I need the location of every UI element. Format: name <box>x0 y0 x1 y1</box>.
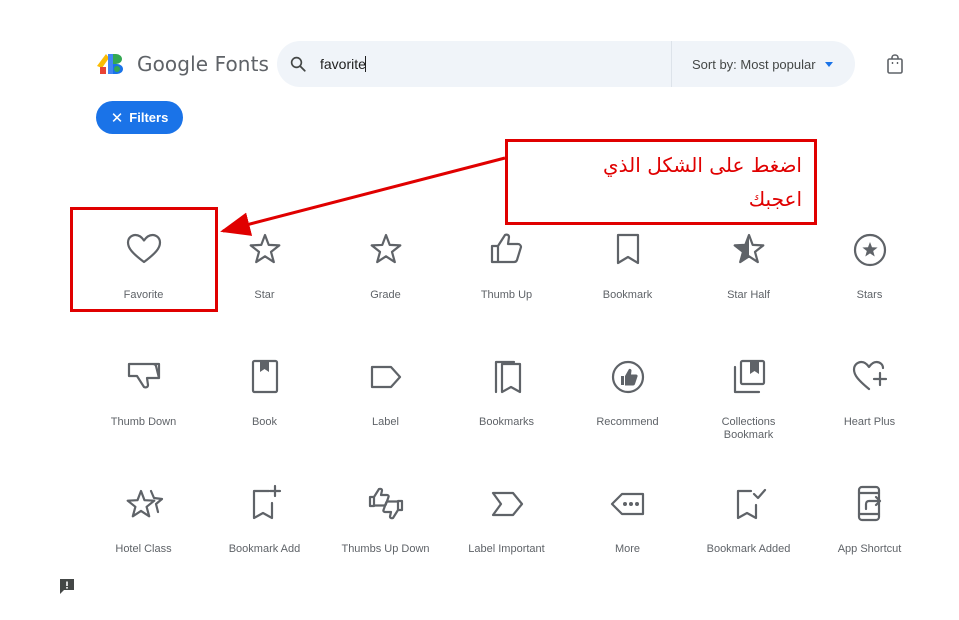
icon-card[interactable]: Bookmark Add <box>204 483 325 610</box>
icon-label: Thumb Up <box>480 289 533 301</box>
google-fonts-logo-icon <box>97 54 123 74</box>
callout-line-1: اضغط على الشكل الذي <box>603 153 802 177</box>
recommend-icon <box>611 360 644 394</box>
logo-text: Google Fonts <box>137 52 270 76</box>
icon-card[interactable]: Hotel Class <box>83 483 204 610</box>
thumb-up-icon <box>490 233 522 264</box>
thumbs-up-down-icon <box>368 487 403 520</box>
icon-label: Recommend <box>596 416 659 428</box>
icon-card[interactable]: Star Half <box>688 229 809 356</box>
star-icon <box>249 233 280 264</box>
sort-dropdown[interactable]: Sort by: Most popular <box>692 41 833 87</box>
feedback-icon[interactable] <box>58 577 76 595</box>
icon-card[interactable]: Stars <box>809 229 930 356</box>
icon-label: Thumbs Up Down <box>341 543 430 555</box>
icon-label: Hotel Class <box>115 543 172 555</box>
bookmark-icon <box>616 233 639 265</box>
search-divider <box>671 41 672 87</box>
icon-label: Grade <box>370 289 401 301</box>
icon-card[interactable]: Star <box>204 229 325 356</box>
icon-label: Bookmark <box>602 289 653 301</box>
label-important-icon <box>491 491 523 517</box>
sort-label: Sort by: Most popular <box>692 56 816 72</box>
bookmark-add-icon <box>252 484 281 520</box>
filters-label: Filters <box>129 110 169 125</box>
search-input[interactable] <box>320 41 366 87</box>
icon-card[interactable]: Label Important <box>446 483 567 610</box>
icon-card[interactable]: Bookmark <box>567 229 688 356</box>
icon-label: Label Important <box>468 543 545 555</box>
star-half-icon <box>733 233 764 264</box>
shopping-bag-icon[interactable] <box>886 54 904 74</box>
collections-bookmark-icon <box>733 359 765 394</box>
icon-card[interactable]: Bookmarks <box>446 356 567 483</box>
heart-plus-icon <box>852 360 887 391</box>
app-shortcut-icon <box>857 485 881 522</box>
caret-down-icon <box>824 62 833 67</box>
icon-card[interactable]: More <box>567 483 688 610</box>
icon-card[interactable]: Bookmark Added <box>688 483 809 610</box>
annotation-callout: اضغط على الشكل الذي اعجبك <box>505 139 817 225</box>
text-cursor <box>365 56 366 72</box>
close-icon: ✕ <box>110 109 124 127</box>
thumb-down-icon <box>127 362 160 389</box>
filters-button[interactable]: ✕ Filters <box>96 101 183 134</box>
icon-card[interactable]: Collections Bookmark <box>688 356 809 483</box>
search-icon[interactable] <box>289 55 307 73</box>
icon-card[interactable]: Grade <box>325 229 446 356</box>
icon-label: Star <box>254 289 275 301</box>
icon-card[interactable]: Thumb Down <box>83 356 204 483</box>
icon-label: More <box>614 543 641 555</box>
icon-card[interactable]: Thumbs Up Down <box>325 483 446 610</box>
grade-icon <box>370 233 401 264</box>
icon-card[interactable]: App Shortcut <box>809 483 930 610</box>
hotel-class-icon <box>126 489 163 518</box>
book-icon <box>251 359 278 394</box>
more-icon <box>610 492 644 516</box>
icon-label: Label <box>372 416 399 428</box>
icon-label: Bookmark Add <box>228 543 301 555</box>
icon-card[interactable]: Book <box>204 356 325 483</box>
icon-card[interactable]: Heart Plus <box>809 356 930 483</box>
icon-label: Star Half <box>727 289 770 301</box>
icon-card[interactable]: Label <box>325 356 446 483</box>
bookmark-added-icon <box>736 488 766 520</box>
stars-icon <box>853 233 886 267</box>
icon-label: Bookmark Added <box>706 543 791 555</box>
bookmarks-icon <box>494 360 521 394</box>
icon-label: Heart Plus <box>843 416 896 428</box>
icon-label: Collections Bookmark <box>721 416 776 441</box>
icon-label: Book <box>251 416 278 428</box>
icon-label: Bookmarks <box>478 416 535 428</box>
icon-card[interactable]: Thumb Up <box>446 229 567 356</box>
google-fonts-logo[interactable]: Google Fonts <box>97 52 269 76</box>
icon-label: Stars <box>856 289 883 301</box>
icon-label: Thumb Down <box>110 416 177 428</box>
icon-label: App Shortcut <box>837 543 902 555</box>
label-icon <box>370 365 401 389</box>
icon-card[interactable]: Recommend <box>567 356 688 483</box>
favorite-highlight-box <box>70 207 218 312</box>
search-bar[interactable]: Sort by: Most popular <box>277 41 855 87</box>
callout-line-2: اعجبك <box>748 187 802 211</box>
